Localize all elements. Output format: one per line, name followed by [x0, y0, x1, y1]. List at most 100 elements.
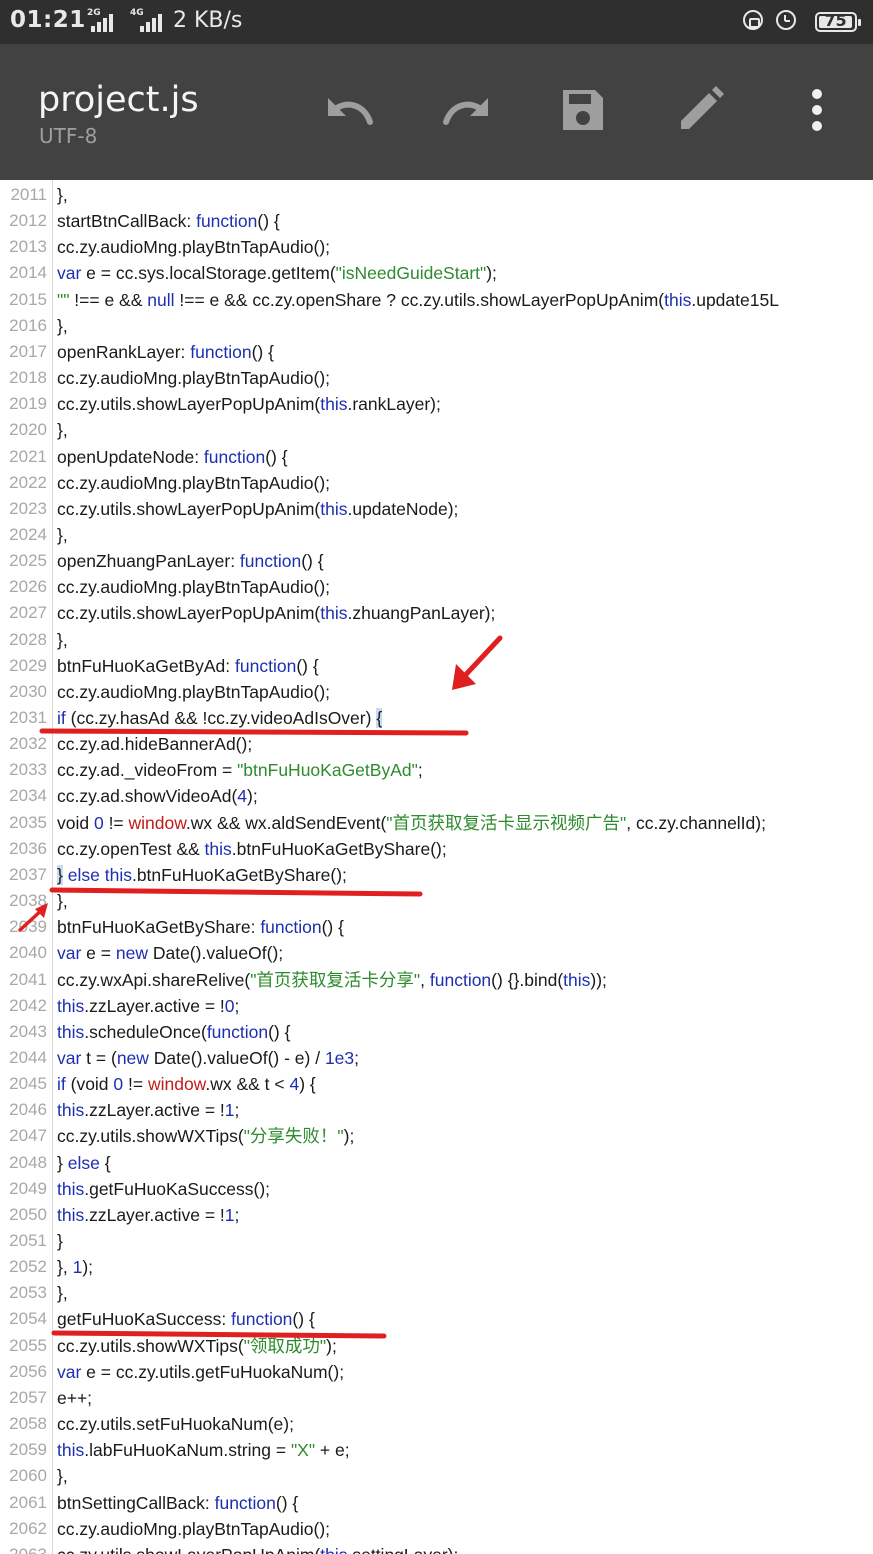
code-text: },: [57, 522, 68, 548]
code-token: }: [57, 864, 63, 885]
code-line[interactable]: 2054 getFuHuoKaSuccess: function() {: [0, 1306, 873, 1332]
code-line[interactable]: 2022 cc.zy.audioMng.playBtnTapAudio();: [0, 470, 873, 496]
code-line[interactable]: 2011},: [0, 182, 873, 208]
code-line[interactable]: 2055 cc.zy.utils.showWXTips("领取成功");: [0, 1333, 873, 1359]
redo-button[interactable]: [438, 82, 494, 138]
code-token: this: [104, 864, 132, 885]
code-line[interactable]: 2020},: [0, 417, 873, 443]
code-token: this: [320, 1545, 347, 1554]
code-token: this: [320, 603, 348, 624]
code-line[interactable]: 2061 btnSettingCallBack: function() {: [0, 1490, 873, 1516]
code-line[interactable]: 2058 cc.zy.utils.setFuHuokaNum(e);: [0, 1411, 873, 1437]
code-line[interactable]: 2017 openRankLayer: function() {: [0, 339, 873, 365]
edit-button[interactable]: [672, 82, 728, 138]
code-line[interactable]: 2044 var t = (new Date().valueOf() - e) /…: [0, 1045, 873, 1071]
code-token: e =: [81, 943, 116, 964]
more-vert-icon: [812, 89, 822, 131]
code-token: .scheduleOnce(: [84, 1021, 207, 1042]
line-number: 2054: [9, 1309, 47, 1329]
code-line[interactable]: 2062 cc.zy.audioMng.playBtnTapAudio();: [0, 1516, 873, 1542]
code-token: 1: [72, 1257, 83, 1278]
code-line[interactable]: 2049 this.getFuHuoKaSuccess();: [0, 1176, 873, 1202]
code-token: (void: [65, 1074, 114, 1095]
code-token: (cc.zy.hasAd && !cc.zy.videoAdIsOver): [65, 708, 377, 728]
line-number: 2044: [9, 1047, 47, 1067]
line-number: 2014: [9, 263, 47, 283]
code-line[interactable]: 2047 cc.zy.utils.showWXTips("分享失败！");: [0, 1123, 873, 1149]
code-line[interactable]: 2048} else {: [0, 1150, 873, 1176]
code-line[interactable]: 2042 this.zzLayer.active = !0;: [0, 993, 873, 1019]
code-line[interactable]: 2043 this.scheduleOnce(function() {: [0, 1019, 873, 1045]
code-line[interactable]: 2023 cc.zy.utils.showLayerPopUpAnim(this.…: [0, 496, 873, 522]
code-token: () {: [292, 1309, 315, 1330]
code-line[interactable]: 2013 cc.zy.audioMng.playBtnTapAudio();: [0, 234, 873, 260]
code-line[interactable]: 2039 btnFuHuoKaGetByShare: function() {: [0, 914, 873, 940]
code-line[interactable]: 2050 this.zzLayer.active = !1;: [0, 1202, 873, 1228]
code-line[interactable]: 2027 cc.zy.utils.showLayerPopUpAnim(this.…: [0, 600, 873, 626]
code-line[interactable]: 2053},: [0, 1280, 873, 1306]
battery-level: 75: [824, 11, 847, 30]
code-line[interactable]: 2018 cc.zy.audioMng.playBtnTapAudio();: [0, 365, 873, 391]
code-text: if (cc.zy.hasAd && !cc.zy.videoAdIsOver)…: [57, 705, 383, 731]
code-line[interactable]: 2037} else this.btnFuHuoKaGetByShare();: [0, 862, 873, 888]
save-button[interactable]: [555, 82, 611, 138]
code-line[interactable]: 2041 cc.zy.wxApi.shareRelive("首页获取复活卡分享",…: [0, 967, 873, 993]
code-line[interactable]: 2060},: [0, 1463, 873, 1489]
line-number: 2024: [9, 524, 47, 544]
code-token: e = cc.sys.localStorage.getItem(: [81, 263, 336, 284]
code-line[interactable]: 2063 cc.zy.utils.showLayerPopUpAnim(this.…: [0, 1542, 873, 1554]
code-line[interactable]: 2045 if (void 0 != window.wx && t < 4) {: [0, 1071, 873, 1097]
code-line[interactable]: 2046 this.zzLayer.active = !1;: [0, 1097, 873, 1123]
line-number: 2029: [9, 655, 47, 675]
code-line[interactable]: 2029 btnFuHuoKaGetByAd: function() {: [0, 653, 873, 679]
code-token: 0: [93, 812, 104, 833]
code-token: window: [128, 812, 186, 833]
code-line[interactable]: 2026 cc.zy.audioMng.playBtnTapAudio();: [0, 574, 873, 600]
code-line[interactable]: 2030 cc.zy.audioMng.playBtnTapAudio();: [0, 679, 873, 705]
code-editor[interactable]: 2011}, 2012 startBtnCallBack: function() {…: [0, 180, 873, 1554]
code-line[interactable]: 2038},: [0, 888, 873, 914]
code-token: cc.zy.audioMng.playBtnTapAudio();: [57, 1518, 331, 1539]
code-line[interactable]: 2014 var e = cc.sys.localStorage.getItem(…: [0, 260, 873, 286]
code-text: },: [57, 182, 68, 208]
more-options-button[interactable]: [789, 82, 845, 138]
line-number: 2037: [9, 864, 47, 884]
line-number: 2046: [9, 1100, 47, 1120]
code-text: this.getFuHuoKaSuccess();: [57, 1176, 270, 1202]
code-token: }: [57, 1231, 63, 1251]
code-text: cc.zy.utils.showLayerPopUpAnim(this.sett…: [57, 1542, 458, 1554]
code-token: var: [57, 1047, 82, 1068]
code-line[interactable]: 2025 openZhuangPanLayer: function() {: [0, 548, 873, 574]
code-token: else: [67, 864, 100, 885]
undo-button[interactable]: [322, 82, 378, 138]
code-text: cc.zy.audioMng.playBtnTapAudio();: [57, 365, 330, 391]
code-line[interactable]: 2034 cc.zy.ad.showVideoAd(4);: [0, 783, 873, 809]
code-line[interactable]: 2035 void 0 != window.wx && wx.aldSendEve…: [0, 810, 873, 836]
code-line[interactable]: 2036 cc.zy.openTest && this.btnFuHuoKaGet…: [0, 836, 873, 862]
code-line[interactable]: 2032 cc.zy.ad.hideBannerAd();: [0, 731, 873, 757]
code-token: ;: [234, 995, 240, 1016]
code-line[interactable]: 2016},: [0, 313, 873, 339]
code-line[interactable]: 2028},: [0, 627, 873, 653]
code-line[interactable]: 2033 cc.zy.ad._videoFrom = "btnFuHuoKaGet…: [0, 757, 873, 783]
code-text: this.zzLayer.active = !1;: [57, 1097, 239, 1123]
code-token: .rankLayer);: [347, 394, 441, 415]
code-line[interactable]: 2015 "" !== e && null !== e && cc.zy.open…: [0, 287, 873, 313]
code-token: t = (: [81, 1047, 117, 1068]
code-line[interactable]: 2021 openUpdateNode: function() {: [0, 444, 873, 470]
code-line[interactable]: 2031 if (cc.zy.hasAd && !cc.zy.videoAdIsO…: [0, 705, 873, 731]
code-token: ;: [234, 1204, 240, 1225]
code-line[interactable]: 2059 this.labFuHuoKaNum.string = "X" + e;: [0, 1437, 873, 1463]
code-text: cc.zy.audioMng.playBtnTapAudio();: [57, 679, 330, 705]
code-line[interactable]: 2040 var e = new Date().valueOf();: [0, 940, 873, 966]
code-token: null: [147, 289, 175, 310]
code-line[interactable]: 2024},: [0, 522, 873, 548]
code-line[interactable]: 2057 e++;: [0, 1385, 873, 1411]
code-token: }: [57, 1152, 68, 1173]
code-line[interactable]: 2056 var e = cc.zy.utils.getFuHuokaNum();: [0, 1359, 873, 1385]
code-token: ;: [354, 1047, 360, 1068]
code-line[interactable]: 2019 cc.zy.utils.showLayerPopUpAnim(this.…: [0, 391, 873, 417]
code-line[interactable]: 2052}, 1);: [0, 1254, 873, 1280]
code-line[interactable]: 2051}: [0, 1228, 873, 1254]
code-line[interactable]: 2012 startBtnCallBack: function() {: [0, 208, 873, 234]
